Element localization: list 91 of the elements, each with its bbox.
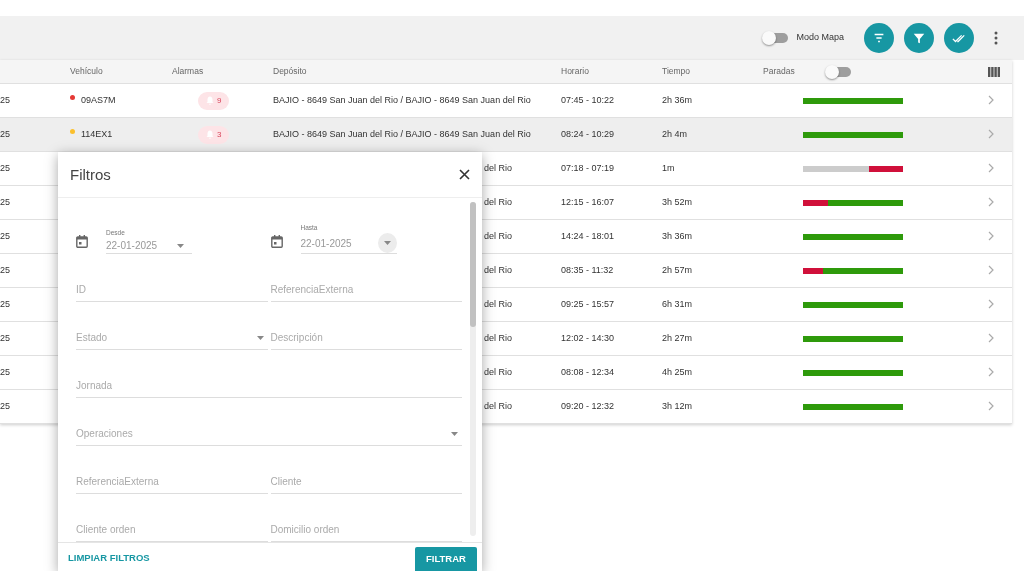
more-options-icon[interactable] xyxy=(994,31,998,45)
table-cell: 25 xyxy=(0,366,10,377)
table-cell: 25 xyxy=(0,264,10,275)
table-cell: del Rio xyxy=(484,400,512,411)
double-check-button[interactable] xyxy=(944,23,974,53)
scrollbar[interactable] xyxy=(470,202,476,536)
table-cell: 25 xyxy=(0,128,10,139)
caret-icon xyxy=(451,432,458,437)
clear-filters-button[interactable]: LIMPIAR FILTROS xyxy=(68,550,150,571)
table-cell: 14:24 - 18:01 xyxy=(561,230,615,241)
chevron-right-icon[interactable] xyxy=(988,197,994,208)
funnel-button[interactable] xyxy=(904,23,934,53)
chevron-right-icon[interactable] xyxy=(988,299,994,310)
column-header: Depósito xyxy=(273,66,307,77)
chevron-right-icon[interactable] xyxy=(988,401,994,412)
table-cell: del Rio xyxy=(484,366,512,377)
table-cell: 07:45 - 10:22 xyxy=(561,94,615,105)
table-row[interactable]: 25 114EX1 3 BAJIO - 8649 San Juan del Rio / BAJIO - 8649 San Juan del Rio 08:24 - 10:29 2h 4m xyxy=(0,118,1012,152)
table-cell: 2h 27m xyxy=(662,332,693,343)
caret-icon xyxy=(177,244,184,249)
text-field[interactable]: ID xyxy=(76,278,268,302)
close-button[interactable] xyxy=(459,167,470,182)
chevron-right-icon[interactable] xyxy=(988,265,994,276)
table-cell: 114EX1 xyxy=(81,128,113,139)
table-cell: 07:18 - 07:19 xyxy=(561,162,615,173)
table-cell: BAJIO - 8649 San Juan del Rio / BAJIO - 8649 San Juan del Rio xyxy=(273,128,531,139)
alarm-badge: 3 xyxy=(198,125,230,144)
chevron-right-icon[interactable] xyxy=(988,163,994,174)
table-cell: del Rio xyxy=(484,230,512,241)
table-cell: 08:35 - 11:32 xyxy=(561,264,614,275)
chevron-right-icon[interactable] xyxy=(988,231,994,242)
calendar-icon[interactable] xyxy=(76,234,88,248)
table-cell: 25 xyxy=(0,298,10,309)
table-cell: 2h 4m xyxy=(662,128,687,139)
columns-icon[interactable] xyxy=(988,66,1000,77)
table-cell: 25 xyxy=(0,332,10,343)
chevron-right-icon[interactable] xyxy=(988,367,994,378)
table-cell: del Rio xyxy=(484,162,512,173)
filter-list-icon xyxy=(872,31,886,45)
table-cell: 1m xyxy=(662,162,675,173)
table-cell: 3h 52m xyxy=(662,196,693,207)
map-mode-label: Modo Mapa xyxy=(796,31,844,45)
table-cell: 25 xyxy=(0,94,10,105)
toggle-switch[interactable] xyxy=(764,33,789,43)
table-cell: 4h 25m xyxy=(662,366,693,377)
table-cell: 09AS7M xyxy=(81,94,116,105)
table-cell: 2h 36m xyxy=(662,94,693,105)
table-cell: 25 xyxy=(0,196,10,207)
table-cell: 12:02 - 14:30 xyxy=(561,332,615,343)
table-row[interactable]: 25 09AS7M 9 BAJIO - 8649 San Juan del Rio / BAJIO - 8649 San Juan del Rio 07:45 - 10:22 2h 36m xyxy=(0,84,1012,118)
column-header: Vehículo xyxy=(70,66,103,77)
text-field[interactable]: Jornada xyxy=(76,374,462,398)
dialog-title: Filtros xyxy=(70,165,111,184)
text-field[interactable]: Domicilio orden xyxy=(270,518,462,542)
text-field[interactable]: ReferenciaExterna xyxy=(270,278,462,302)
table-cell: del Rio xyxy=(484,264,512,275)
table-cell: 25 xyxy=(0,230,10,241)
table-cell: 08:08 - 12:34 xyxy=(561,366,615,377)
chevron-right-icon[interactable] xyxy=(988,333,994,344)
column-header: Tiempo xyxy=(662,66,691,77)
table-cell: 6h 31m xyxy=(662,298,693,309)
column-header: Alarmas xyxy=(172,66,204,77)
alarm-badge: 9 xyxy=(198,91,230,110)
table-cell: 09:20 - 12:32 xyxy=(561,400,615,411)
table-cell: 09:25 - 15:57 xyxy=(561,298,615,309)
toggle-switch[interactable] xyxy=(826,66,851,77)
text-field[interactable]: Cliente orden xyxy=(76,518,268,542)
caret-icon xyxy=(256,336,264,341)
table-cell: 3h 12m xyxy=(662,400,693,411)
table-cell: 08:24 - 10:29 xyxy=(561,128,615,139)
apply-button[interactable]: FILTRAR xyxy=(415,547,477,571)
caret-icon xyxy=(383,241,391,246)
table-cell: 25 xyxy=(0,162,10,173)
table-cell: 12:15 - 16:07 xyxy=(561,196,615,207)
filter-list-button[interactable] xyxy=(864,23,894,53)
text-field[interactable]: Cliente xyxy=(270,470,462,494)
table-cell: del Rio xyxy=(484,298,512,309)
text-field[interactable]: ReferenciaExterna xyxy=(76,470,268,494)
table-cell: del Rio xyxy=(484,196,512,207)
chevron-right-icon[interactable] xyxy=(988,129,994,140)
table-cell: 25 xyxy=(0,400,10,411)
column-header: Paradas xyxy=(763,65,795,78)
table-cell: 3h 36m xyxy=(662,230,693,241)
text-field[interactable]: Descripción xyxy=(270,326,462,350)
table-cell: 2h 57m xyxy=(662,264,693,275)
chevron-right-icon[interactable] xyxy=(988,95,994,106)
table-cell: BAJIO - 8649 San Juan del Rio / BAJIO - 8649 San Juan del Rio xyxy=(273,94,531,105)
table-cell: del Rio xyxy=(484,332,512,343)
column-header: Horario xyxy=(561,66,589,77)
funnel-icon xyxy=(912,31,926,45)
calendar-icon[interactable] xyxy=(270,234,283,248)
